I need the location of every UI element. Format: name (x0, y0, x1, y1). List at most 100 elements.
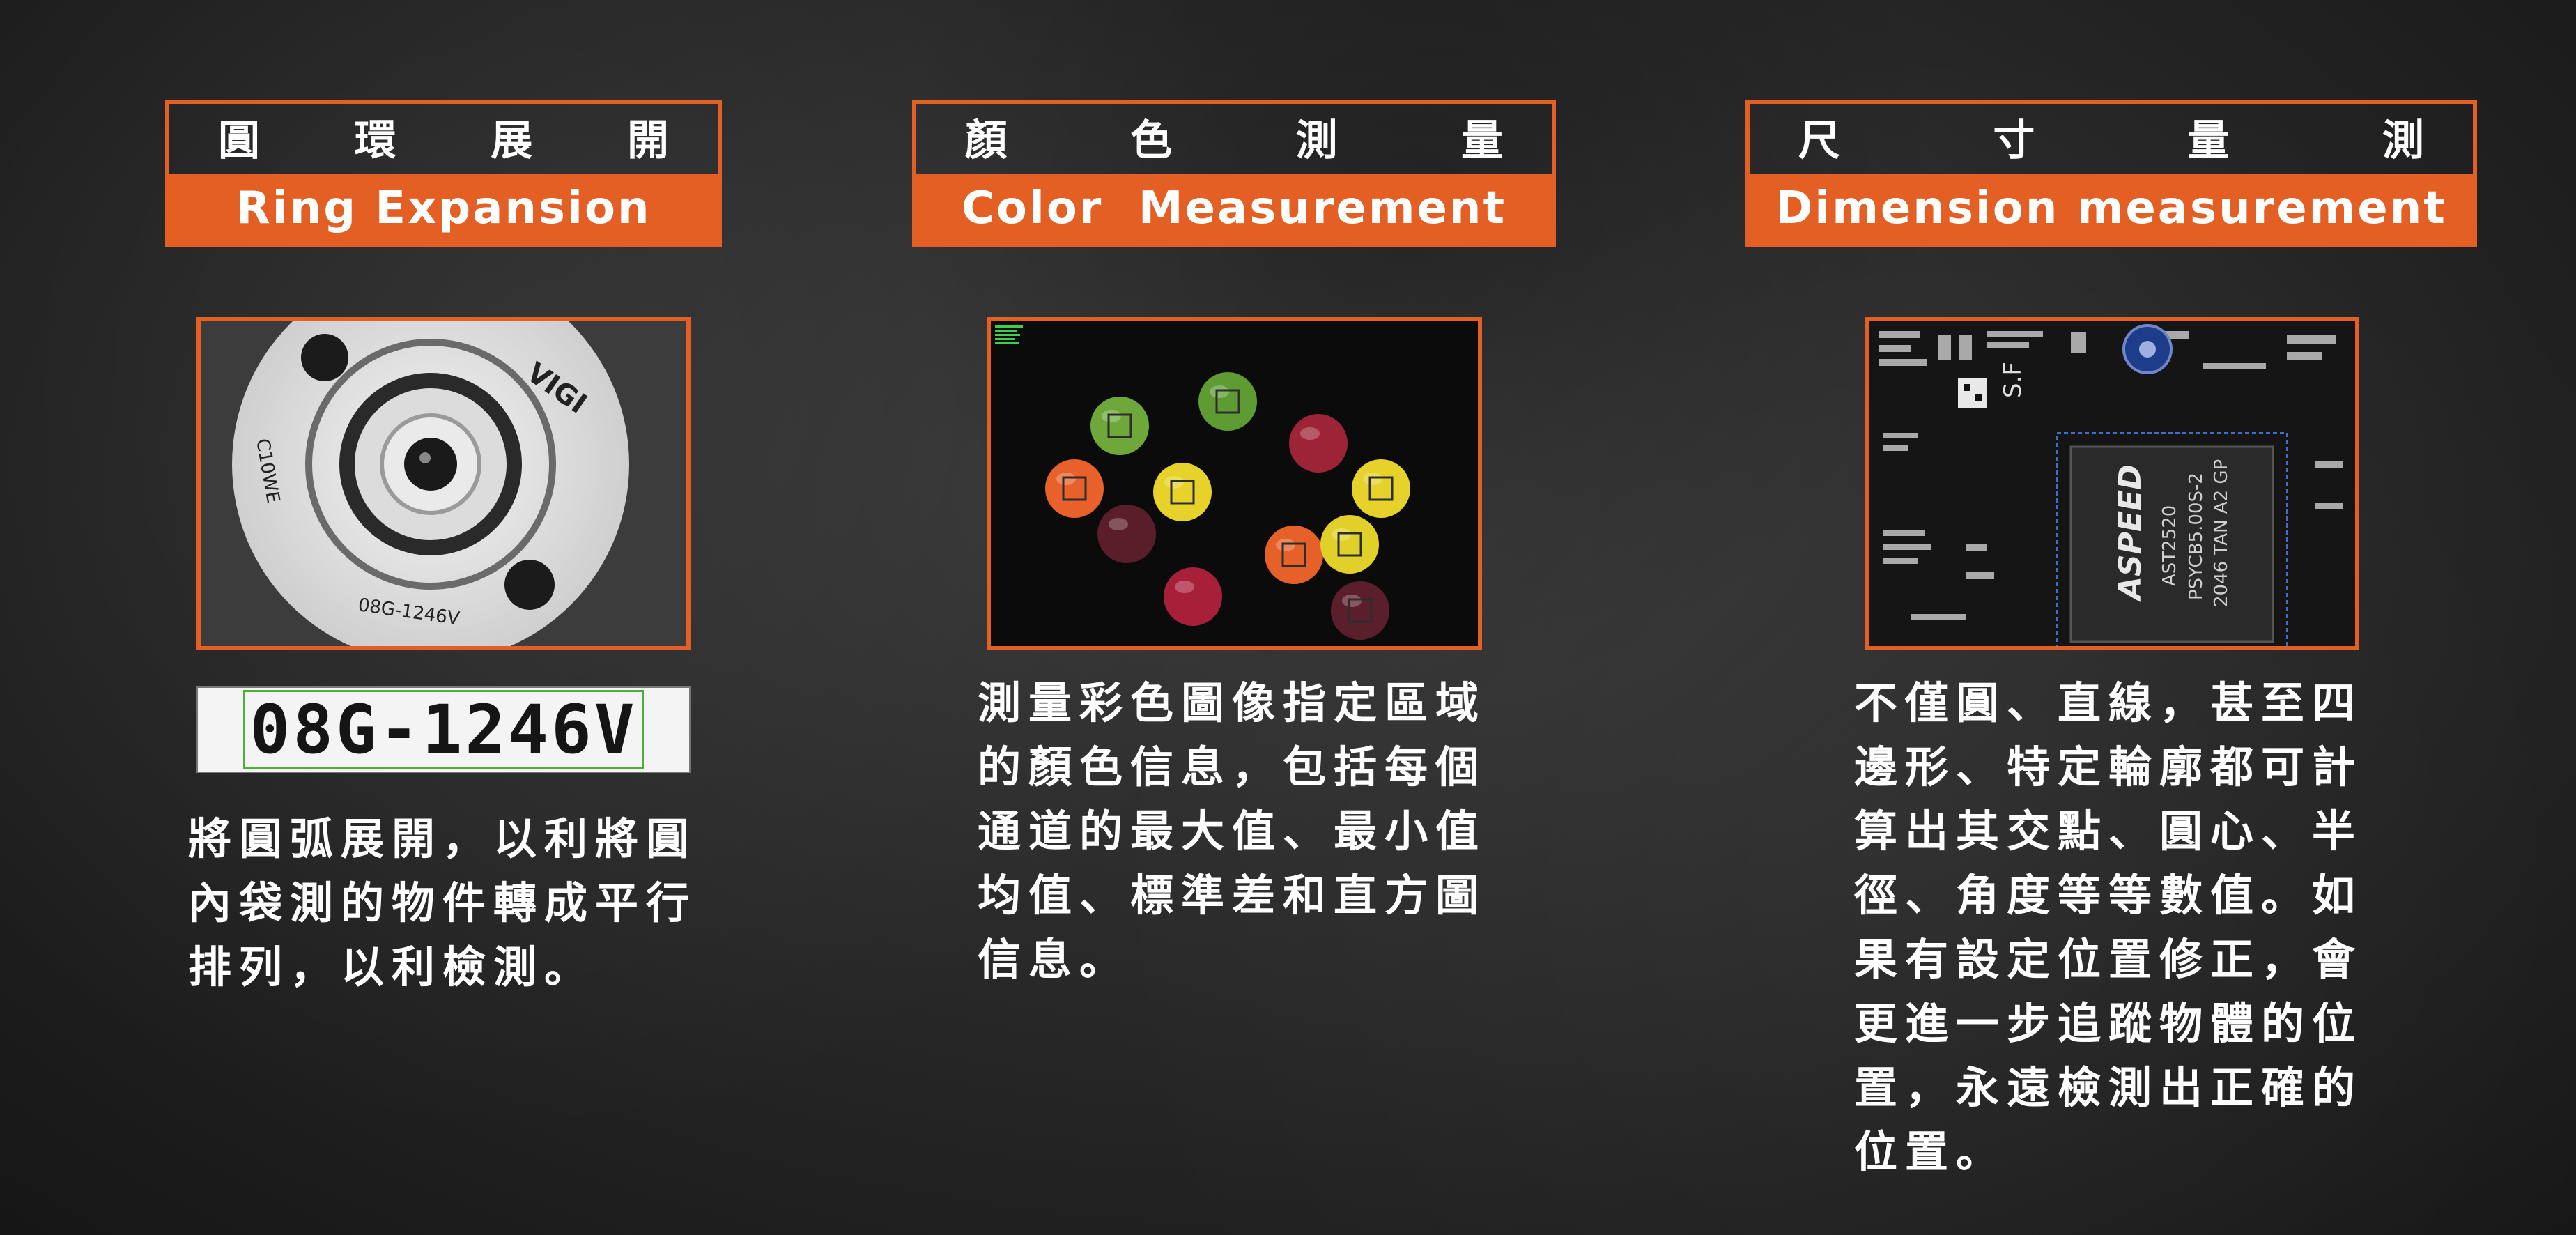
candy-illustration (991, 321, 1478, 646)
overlay-readout (995, 330, 1017, 332)
desc-line: 更進一步追蹤物體的位 (1854, 998, 2363, 1049)
candy-highlight (1276, 539, 1295, 551)
desc-line: 信息。 (978, 934, 1131, 985)
color-measurement-description: 測量彩色圖像指定區域 的顏色信息，包括每個 通道的最大值、最小值 均值、標準差和… (978, 671, 1486, 992)
color-measurement-title-en: Color Measurement (916, 174, 1552, 243)
ring-expansion-description: 將圓弧展開，以利將圓 內袋測的物件轉成平行 排列，以利檢測。 (188, 807, 697, 999)
pcb-component (1966, 572, 1994, 579)
candy-highlight (1175, 581, 1194, 593)
overlay-readout (995, 325, 1023, 328)
color-measurement-title-zh: 顏 色 測 量 (916, 104, 1552, 169)
ring-expansion-title-zh: 圓 環 展 開 (169, 104, 718, 169)
desc-line: 測量彩色圖像指定區域 (978, 677, 1487, 728)
pcb-component (1879, 331, 1920, 338)
overlay-readout (995, 334, 1020, 336)
title-char: 測 (1295, 116, 1338, 165)
ocr-text: 08G-1246V (243, 690, 644, 769)
pcb-component (1938, 335, 1951, 360)
pcb-component (1966, 544, 1987, 551)
pcb-component (1879, 345, 1911, 352)
candy (1352, 459, 1410, 518)
candy (1045, 459, 1104, 518)
datamatrix-code (1958, 378, 1987, 408)
desc-line: 將圓弧展開，以利將圓 (188, 813, 697, 864)
pcb-component (1883, 544, 1931, 550)
pcb-component (1959, 335, 1972, 360)
desc-line: 位置。 (1854, 1126, 2007, 1177)
title-char: 寸 (1993, 116, 2035, 165)
dimension-measurement-title: 尺 寸 量 測 Dimension measurement (1745, 100, 2477, 247)
candy (1331, 581, 1389, 640)
title-char: 環 (354, 116, 396, 165)
desc-line: 通道的最大值、最小值 (978, 806, 1487, 857)
ring-expansion-title-en: Ring Expansion (169, 174, 718, 243)
chip-text-line: 2046 TAN A2 GP (2211, 459, 2232, 607)
candy-highlight (1342, 595, 1362, 607)
candy-highlight (1210, 385, 1229, 398)
desc-line: 不僅圓、直線，甚至四 (1854, 677, 2363, 728)
dimension-measurement-description: 不僅圓、直線，甚至四 邊形、特定輪廓都可計 算出其交點、圓心、半 徑、角度等等數… (1854, 671, 2363, 1184)
pcb-component (2071, 332, 2086, 353)
desc-line: 的顏色信息，包括每個 (978, 742, 1487, 792)
desc-line: 排列，以利檢測。 (188, 942, 596, 992)
color-measurement-title: 顏 色 測 量 Color Measurement (912, 100, 1556, 247)
candy-highlight (1102, 410, 1121, 422)
ring-expansion-title: 圓 環 展 開 Ring Expansion (165, 100, 722, 247)
pcb-component (2315, 461, 2343, 468)
title-char: 測 (2382, 116, 2424, 165)
dimension-measurement-title-zh: 尺 寸 量 測 (1750, 104, 2473, 169)
candy (1164, 567, 1222, 626)
pcb-component (2203, 363, 2266, 369)
board-silkscreen-text: S.F (1999, 362, 2027, 398)
candy-highlight (1056, 473, 1076, 485)
dimension-measurement-photo: S.F ASPEED AST2520 PSYCB5.00S-2 2046 TAN… (1865, 317, 2359, 650)
desc-line: 內袋測的物件轉成平行 (188, 877, 697, 928)
pcb-component (1883, 445, 1908, 451)
candy (1097, 505, 1156, 563)
title-char: 量 (2187, 116, 2230, 165)
candy (1198, 372, 1257, 431)
pcb-component (1987, 331, 2043, 337)
candy-highlight (1300, 427, 1320, 440)
candy-highlight (1332, 528, 1351, 541)
desc-line: 均值、標準差和直方圖 (978, 870, 1487, 921)
desc-line: 果有設定位置修正，會 (1854, 934, 2363, 985)
pcb-component (1879, 359, 1927, 366)
candy-highlight (1164, 476, 1184, 489)
overlay-readout (995, 338, 1015, 340)
title-char: 圓 (218, 116, 260, 165)
pcb-component (1883, 530, 1925, 536)
pcb-illustration: S.F ASPEED AST2520 PSYCB5.00S-2 2046 TAN… (1869, 321, 2355, 646)
chip-brand-text: ASPEED (2113, 464, 2148, 602)
desc-line: 邊形、特定輪廓都可計 (1854, 742, 2363, 792)
title-char: 展 (491, 116, 533, 165)
pcb-component (1987, 342, 2029, 348)
pcb-component (1883, 558, 1918, 564)
pcb-component (1911, 614, 1966, 620)
chip-text-line: PSYCB5.00S-2 (2186, 473, 2207, 600)
ring-expansion-photo: VIGI C10WE 08G-1246V (196, 317, 691, 650)
candy (1289, 414, 1348, 473)
title-char: 尺 (1798, 116, 1840, 165)
candy (1320, 515, 1379, 574)
candy (1153, 463, 1212, 521)
desc-line: 置，永遠檢測出正確的 (1854, 1062, 2363, 1113)
title-char: 量 (1460, 116, 1503, 165)
candy (1090, 397, 1149, 455)
title-char: 顏 (965, 116, 1007, 165)
candy-highlight (1363, 473, 1382, 485)
title-char: 開 (626, 116, 669, 165)
title-char: 色 (1130, 116, 1173, 165)
candy-highlight (1109, 518, 1128, 530)
desc-line: 徑、角度等等數值。如 (1854, 870, 2363, 921)
pcb-component (2287, 352, 2322, 360)
chip-text-line: AST2520 (2159, 505, 2180, 586)
pcb-component (2315, 503, 2343, 509)
color-measurement-photo (987, 317, 1482, 650)
candy (1265, 526, 1323, 584)
dimension-measurement-title-en: Dimension measurement (1750, 174, 2473, 243)
desc-line: 算出其交點、圓心、半 (1854, 806, 2363, 857)
pcb-component (1883, 433, 1918, 438)
ocr-result-strip: 08G-1246V (196, 686, 691, 773)
overlay-readout (995, 342, 1019, 344)
